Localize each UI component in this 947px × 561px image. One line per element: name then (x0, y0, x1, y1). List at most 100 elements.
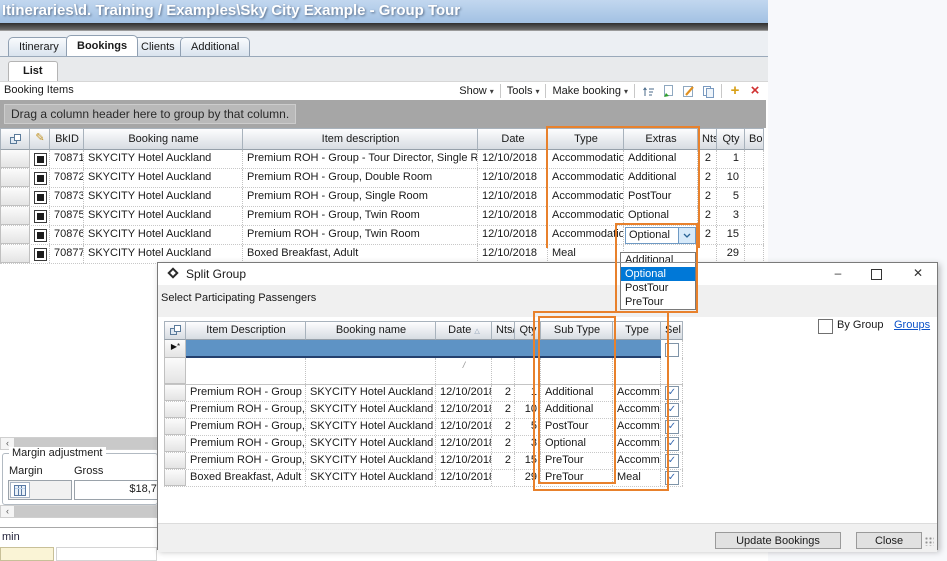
passenger-row[interactable]: Premium ROH - Group, Si..SKYCITY Hotel A… (164, 419, 683, 436)
edit-column-icon[interactable]: ✎ (30, 128, 50, 150)
column-header-sub_type[interactable]: Sub Type (541, 321, 613, 340)
horizontal-scrollbar-lower[interactable]: ‹ (0, 505, 157, 518)
booking-row[interactable]: 70876SKYCITY Hotel AucklandPremium ROH -… (0, 226, 764, 245)
column-header-extras[interactable]: Extras (624, 128, 698, 150)
extras-combobox[interactable]: Optional (625, 227, 696, 244)
booking-row[interactable]: 70875SKYCITY Hotel AucklandPremium ROH -… (0, 207, 764, 226)
row-header-cell[interactable] (0, 226, 30, 244)
booking-row[interactable]: 70873SKYCITY Hotel AucklandPremium ROH -… (0, 188, 764, 207)
copy-booking-icon[interactable] (701, 84, 715, 98)
row-checkbox[interactable] (34, 191, 47, 204)
row-checkbox[interactable] (34, 210, 47, 223)
row-header-cell[interactable] (0, 150, 30, 168)
tab-list[interactable]: List (8, 61, 58, 81)
row-header-cell[interactable] (0, 207, 30, 225)
dialog-titlebar[interactable]: Split Group – ✕ (158, 263, 937, 285)
new-booking-icon[interactable] (661, 84, 675, 98)
row-header-cell[interactable] (0, 169, 30, 187)
row-checkbox[interactable] (34, 248, 47, 261)
row-header-cell[interactable] (0, 245, 30, 263)
passenger-row[interactable]: Premium ROH - Group, Tw...SKYCITY Hotel … (164, 436, 683, 453)
make-booking-dropdown[interactable]: Make booking▾ (552, 85, 628, 97)
select-checkbox[interactable] (665, 343, 679, 357)
row-checkbox[interactable] (34, 229, 47, 242)
margin-calculator-button[interactable] (10, 482, 30, 498)
minimize-button[interactable]: – (823, 265, 853, 283)
row-checkbox[interactable] (30, 169, 50, 187)
row-checkbox[interactable] (30, 226, 50, 244)
column-header-booking_name[interactable]: Booking name (306, 321, 436, 340)
sort-ascending-icon[interactable] (641, 84, 655, 98)
filter-cell[interactable] (661, 358, 683, 384)
row-header-cell[interactable] (164, 436, 186, 452)
select-checkbox[interactable]: ✓ (665, 454, 679, 468)
gross-value-field[interactable]: $18,75 (74, 480, 166, 500)
column-header-nts[interactable]: Nts (698, 128, 717, 150)
dropdown-option[interactable]: Additional (621, 253, 695, 267)
scroll-left-arrow-icon[interactable]: ‹ (1, 506, 15, 517)
row-checkbox[interactable] (30, 150, 50, 168)
row-header-cell[interactable] (164, 402, 186, 418)
row-checkbox[interactable] (34, 153, 47, 166)
edit-booking-icon[interactable] (681, 84, 695, 98)
new-item-row-band[interactable] (186, 340, 661, 358)
column-header-nts[interactable]: Nts/ (492, 321, 515, 340)
row-checkbox[interactable] (30, 245, 50, 263)
tab-itinerary[interactable]: Itinerary (8, 37, 70, 56)
groups-link[interactable]: Groups (894, 319, 930, 331)
booking-row[interactable]: 70872SKYCITY Hotel AucklandPremium ROH -… (0, 169, 764, 188)
filter-cell[interactable] (541, 358, 613, 384)
group-by-bar[interactable]: Drag a column header here to group by th… (0, 100, 766, 128)
dropdown-option[interactable]: PostTour (621, 281, 695, 295)
dropdown-option[interactable]: Optional (621, 267, 695, 281)
filter-cell[interactable]: / (436, 358, 492, 384)
row-header-cell[interactable] (164, 470, 186, 486)
column-header-item_description[interactable]: Item description (243, 128, 478, 150)
filter-cell[interactable] (186, 358, 306, 384)
scrollbar-thumb[interactable] (15, 506, 156, 517)
row-header-cell[interactable] (164, 453, 186, 469)
column-header-sel[interactable]: Sel (661, 321, 683, 340)
row-header-cell[interactable] (164, 419, 186, 435)
close-button[interactable]: Close (856, 532, 922, 549)
select-checkbox[interactable]: ✓ (665, 471, 679, 485)
booking-row[interactable]: 70871SKYCITY Hotel AucklandPremium ROH -… (0, 150, 764, 169)
row-header-cell[interactable] (164, 358, 186, 384)
passenger-row[interactable]: Boxed Breakfast, AdultSKYCITY Hotel Auck… (164, 470, 683, 487)
column-header-bo[interactable]: Bo (745, 128, 764, 150)
row-checkbox[interactable] (30, 188, 50, 206)
select-checkbox[interactable]: ✓ (665, 386, 679, 400)
close-icon[interactable]: ✕ (903, 265, 933, 283)
select-checkbox[interactable]: ✓ (665, 403, 679, 417)
passenger-row[interactable]: Premium ROH - Group, Tw...SKYCITY Hotel … (164, 453, 683, 470)
filter-cell[interactable] (515, 358, 541, 384)
select-checkbox[interactable]: ✓ (665, 437, 679, 451)
select-checkbox[interactable]: ✓ (665, 420, 679, 434)
add-icon[interactable]: + (728, 84, 742, 98)
filter-cell[interactable] (492, 358, 515, 384)
passenger-row[interactable]: Premium ROH - Group - T...SKYCITY Hotel … (164, 385, 683, 402)
tab-clients[interactable]: Clients (130, 37, 186, 56)
tools-dropdown[interactable]: Tools▾ (507, 85, 540, 97)
filter-cell[interactable] (613, 358, 661, 384)
tab-additional[interactable]: Additional (180, 37, 250, 56)
column-header-item_description[interactable]: Item Description (186, 321, 306, 340)
passenger-row[interactable]: Premium ROH - Group, Do..SKYCITY Hotel A… (164, 402, 683, 419)
column-header-bkid[interactable]: BkID (50, 128, 84, 150)
row-header-cell[interactable] (164, 385, 186, 401)
update-bookings-button[interactable]: Update Bookings (715, 532, 841, 549)
row-checkbox[interactable] (34, 172, 47, 185)
column-header-date[interactable]: Date (478, 128, 548, 150)
tab-bookings[interactable]: Bookings (66, 35, 138, 56)
row-checkbox[interactable] (30, 207, 50, 225)
delete-icon[interactable]: × (748, 84, 762, 98)
dropdown-option[interactable]: PreTour (621, 295, 695, 309)
by-group-checkbox[interactable] (818, 319, 833, 334)
filter-cell[interactable] (306, 358, 436, 384)
maximize-button[interactable] (861, 265, 891, 283)
combo-dropdown-button[interactable] (678, 228, 695, 243)
field-chooser-icon[interactable] (164, 321, 186, 340)
column-header-type[interactable]: Type (548, 128, 624, 150)
column-header-type[interactable]: Type (613, 321, 661, 340)
new-item-row[interactable]: ▶* (164, 340, 683, 358)
